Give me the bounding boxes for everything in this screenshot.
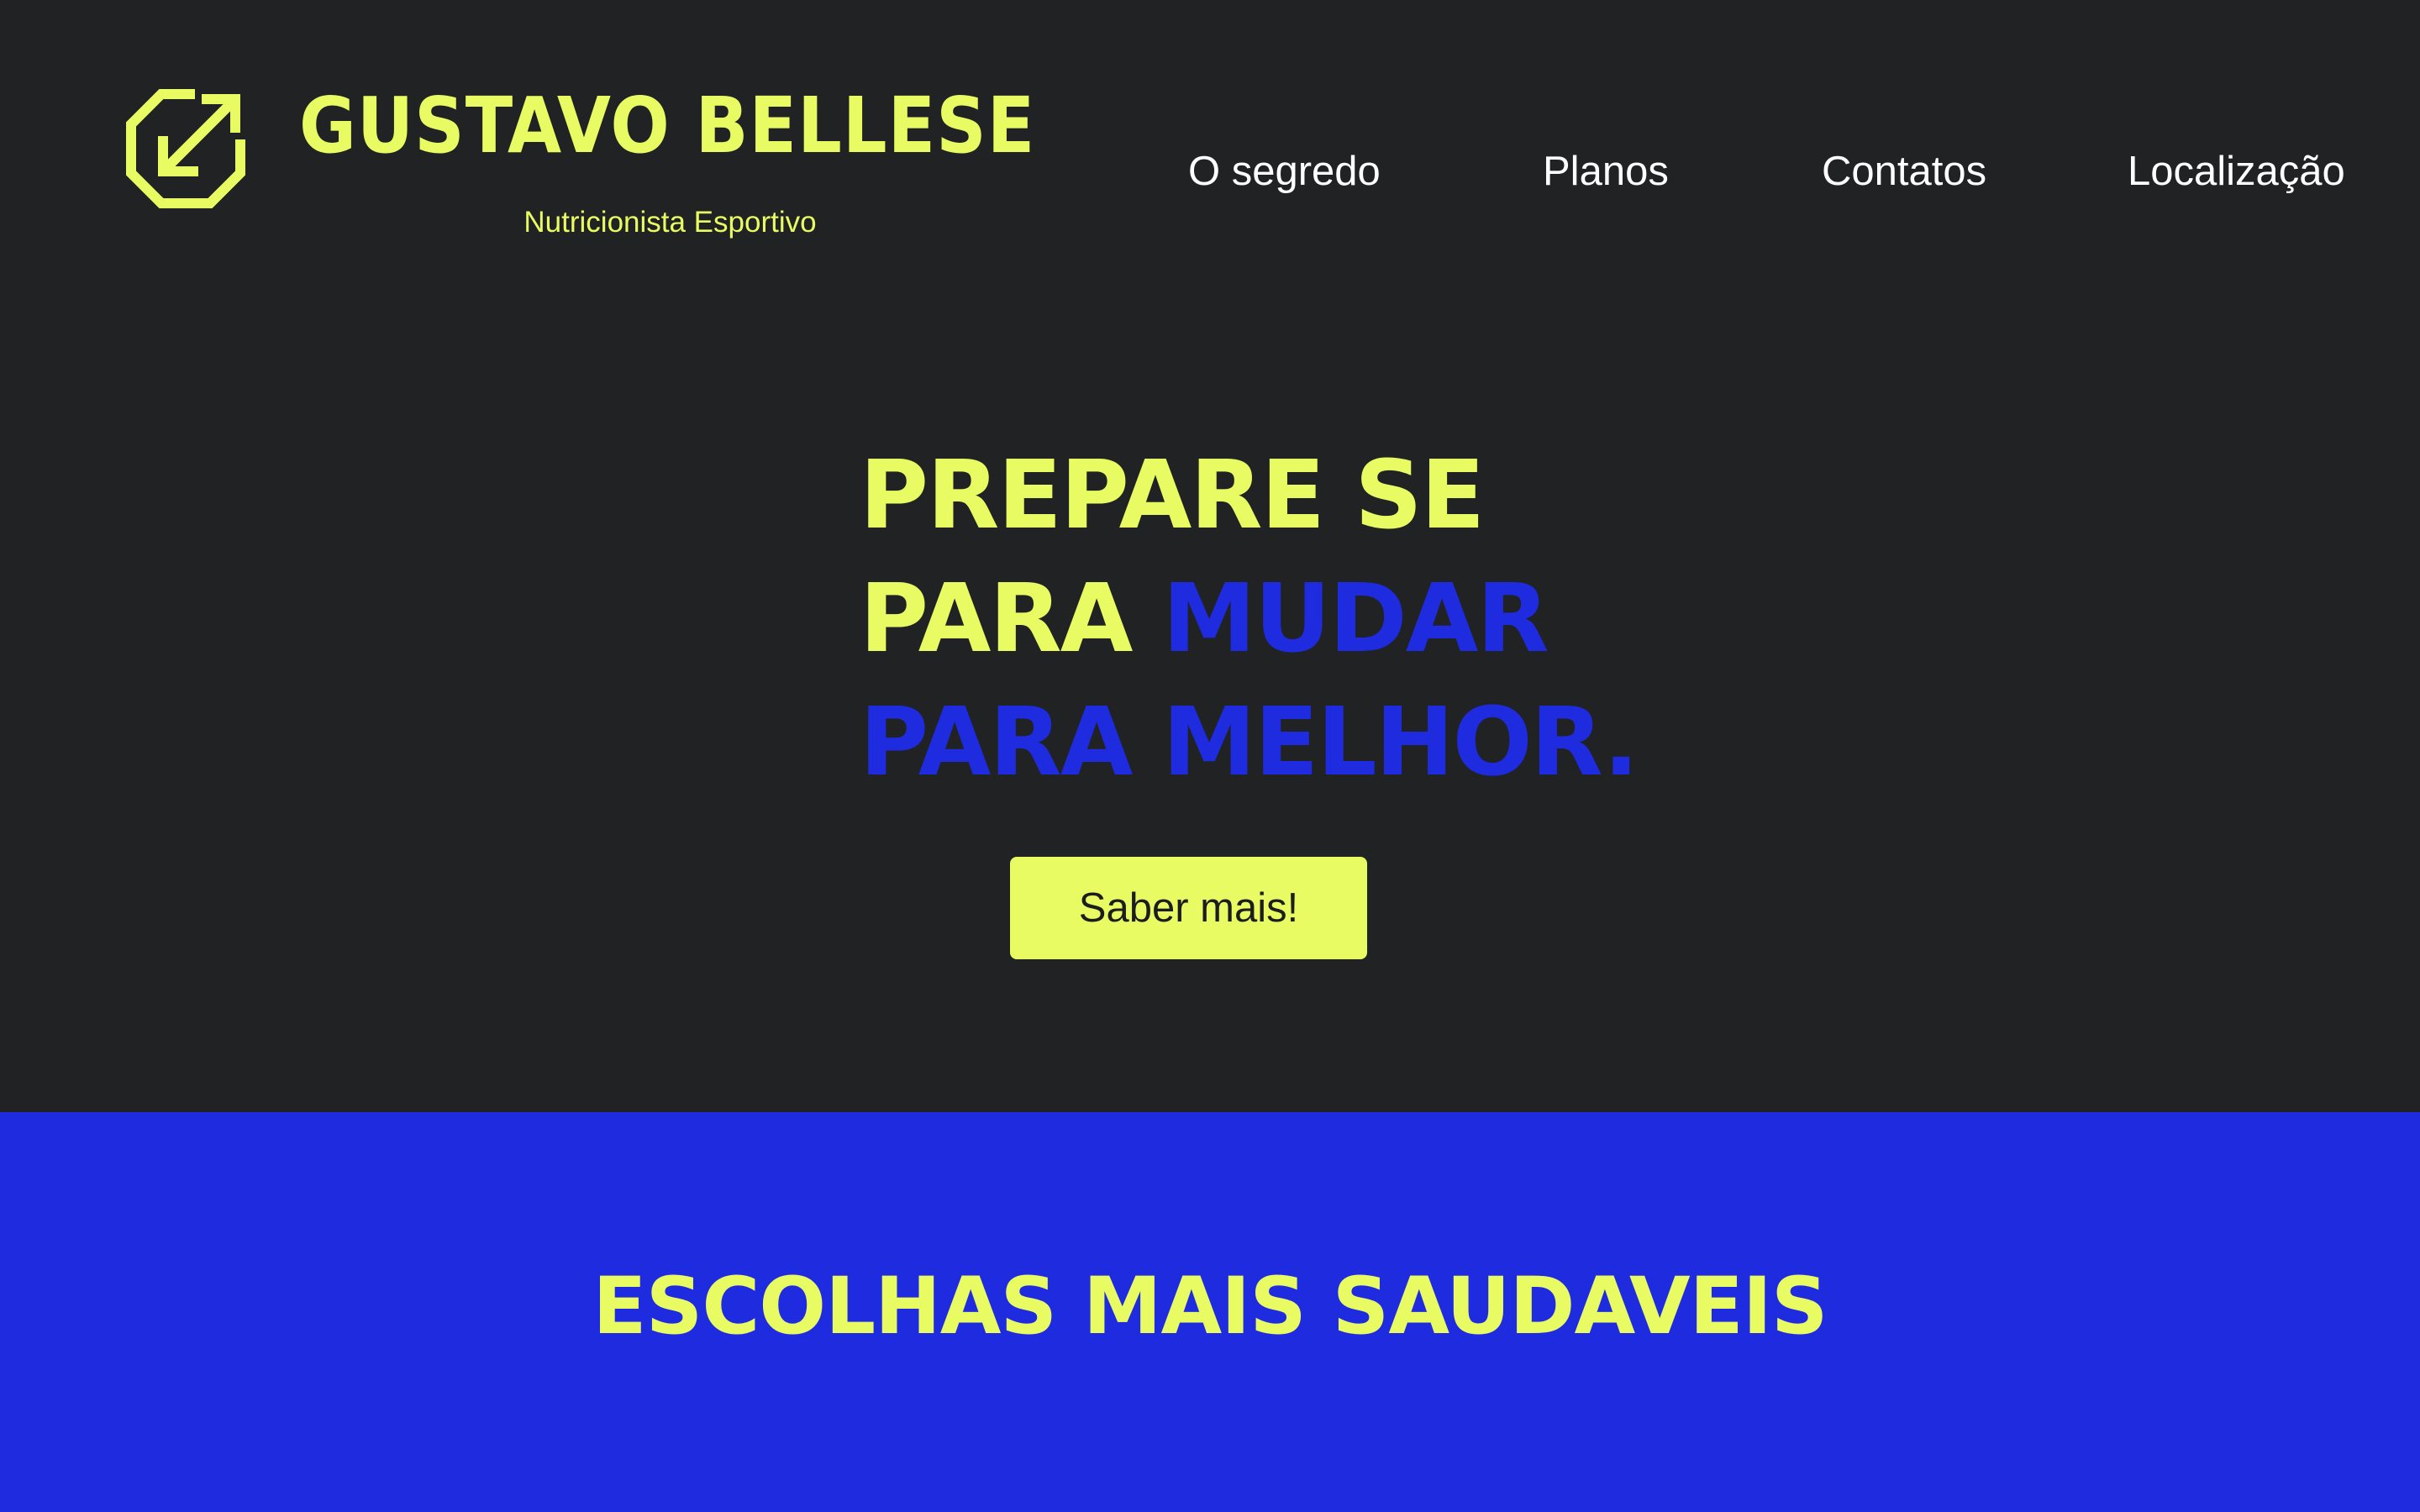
saber-mais-button[interactable]: Saber mais! — [1010, 857, 1367, 959]
hero-line-3-text: PARA MELHOR. — [860, 688, 1639, 797]
nav-item-planos[interactable]: Planos — [1543, 149, 1669, 195]
healthy-choices-section: ESCOLHAS MAIS SAUDAVEIS — [0, 1112, 2420, 1512]
nav-item-contatos[interactable]: Contatos — [1822, 149, 1986, 195]
hero-headline: PREPARE SE PARA MUDAR PARA MELHOR. — [860, 434, 1639, 805]
nav-item-o-segredo[interactable]: O segredo — [1188, 149, 1381, 195]
brand-subtitle: Nutricionista Esportivo — [523, 206, 817, 239]
octagon-arrow-logo-icon[interactable] — [126, 89, 245, 208]
hero-line-1-text: PREPARE SE — [860, 441, 1485, 550]
hero-line-3: PARA MELHOR. — [860, 681, 1639, 805]
nav-item-localizacao[interactable]: Localização — [2128, 149, 2345, 195]
hero-line-2: PARA MUDAR — [860, 558, 1616, 681]
hero-line-2-text-yellow: PARA — [860, 564, 1133, 674]
brand-name[interactable]: GUSTAVO BELLESE — [299, 87, 1034, 165]
hero-line-1: PREPARE SE — [860, 434, 1616, 558]
hero-section: GUSTAVO BELLESE Nutricionista Esportivo … — [0, 0, 2420, 1112]
section-title: ESCOLHAS MAIS SAUDAVEIS — [592, 1261, 1828, 1352]
hero-line-2-text-blue: MUDAR — [1162, 564, 1549, 674]
page: GUSTAVO BELLESE Nutricionista Esportivo … — [0, 0, 2420, 1512]
